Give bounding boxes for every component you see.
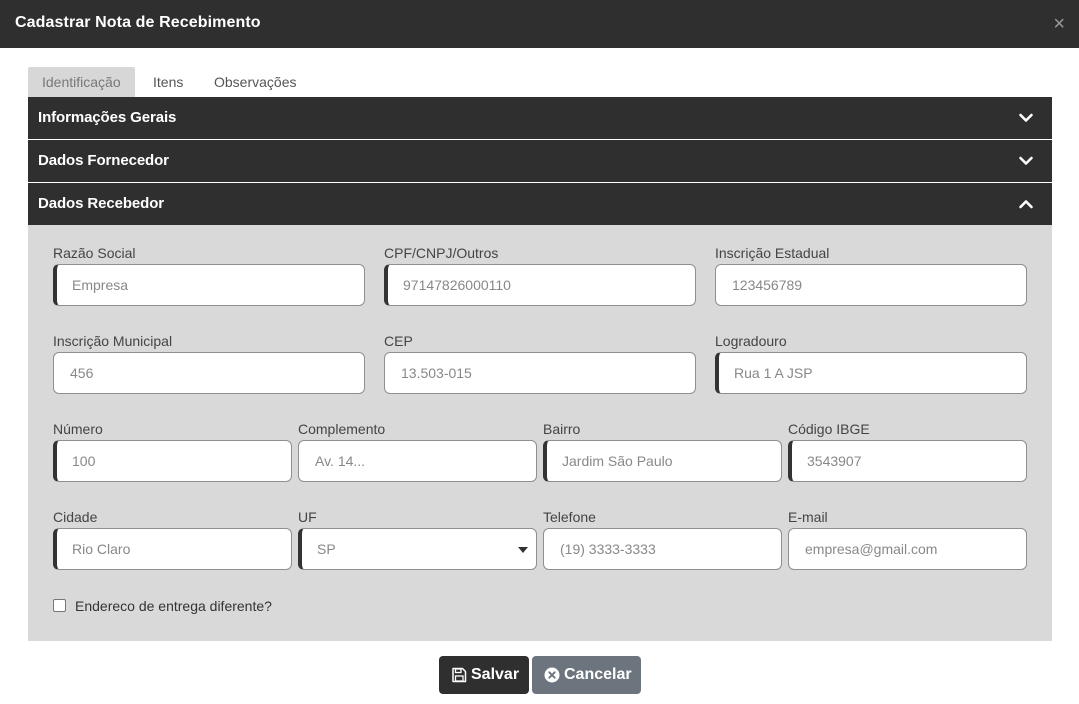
endereco-diferente-checkbox[interactable] — [53, 599, 66, 612]
cidade-label: Cidade — [53, 509, 98, 525]
close-icon[interactable]: × — [1053, 12, 1065, 36]
cpf-cnpj-input[interactable]: 97147826000110 — [384, 264, 696, 306]
section-title: Dados Fornecedor — [38, 152, 169, 169]
tab-identificacao[interactable]: Identificação — [28, 67, 135, 97]
razao-social-input[interactable]: Empresa — [53, 264, 365, 306]
section-title: Dados Recebedor — [38, 195, 165, 212]
cep-label: CEP — [384, 333, 413, 349]
floppy-disk-icon — [452, 667, 467, 683]
bairro-label: Bairro — [543, 421, 581, 437]
save-button[interactable]: Salvar — [439, 656, 529, 694]
inscricao-estadual-input[interactable]: 123456789 — [715, 264, 1027, 306]
uf-select[interactable]: SP — [298, 528, 537, 570]
logradouro-label: Logradouro — [715, 333, 787, 349]
chevron-up-icon — [1019, 200, 1033, 209]
razao-social-label: Razão Social — [53, 245, 136, 261]
endereco-diferente-label[interactable]: Endereco de entrega diferente? — [75, 598, 272, 614]
logradouro-input[interactable]: Rua 1 A JSP — [715, 352, 1027, 394]
numero-label: Número — [53, 421, 103, 437]
tab-itens[interactable]: Itens — [139, 67, 197, 97]
chevron-down-icon — [1019, 156, 1033, 165]
complemento-label: Complemento — [298, 421, 386, 437]
inscricao-municipal-label: Inscrição Municipal — [53, 333, 173, 349]
section-dados-fornecedor[interactable]: Dados Fornecedor — [28, 140, 1052, 182]
section-title: Informações Gerais — [38, 109, 177, 126]
close-circle-icon — [544, 667, 560, 683]
section-dados-recebedor[interactable]: Dados Recebedor — [28, 183, 1052, 225]
codigo-ibge-label: Código IBGE — [788, 421, 870, 437]
cidade-input[interactable]: Rio Claro — [53, 528, 292, 570]
cancel-button-label: Cancelar — [564, 666, 632, 683]
codigo-ibge-input[interactable]: 3543907 — [788, 440, 1027, 482]
section-informacoes-gerais[interactable]: Informações Gerais — [28, 97, 1052, 139]
telefone-label: Telefone — [543, 509, 596, 525]
modal-header: Cadastrar Nota de Recebimento × — [0, 0, 1079, 48]
email-input[interactable]: empresa@gmail.com — [788, 528, 1027, 570]
inscricao-estadual-label: Inscrição Estadual — [715, 245, 830, 261]
chevron-down-icon — [1019, 113, 1033, 122]
uf-label: UF — [298, 509, 317, 525]
tab-observacoes[interactable]: Observações — [200, 67, 310, 97]
bairro-input[interactable]: Jardim São Paulo — [543, 440, 782, 482]
modal-title: Cadastrar Nota de Recebimento — [15, 14, 261, 31]
numero-input[interactable]: 100 — [53, 440, 292, 482]
email-label: E-mail — [788, 509, 828, 525]
save-button-label: Salvar — [471, 666, 520, 683]
inscricao-municipal-input[interactable]: 456 — [53, 352, 365, 394]
cpf-cnpj-label: CPF/CNPJ/Outros — [384, 245, 499, 261]
cep-input[interactable]: 13.503-015 — [384, 352, 696, 394]
complemento-input[interactable]: Av. 14... — [298, 440, 537, 482]
cancel-button[interactable]: Cancelar — [532, 656, 641, 694]
telefone-input[interactable]: (19) 3333-3333 — [543, 528, 782, 570]
dados-recebedor-panel: Razão Social Empresa CPF/CNPJ/Outros 971… — [28, 225, 1052, 641]
